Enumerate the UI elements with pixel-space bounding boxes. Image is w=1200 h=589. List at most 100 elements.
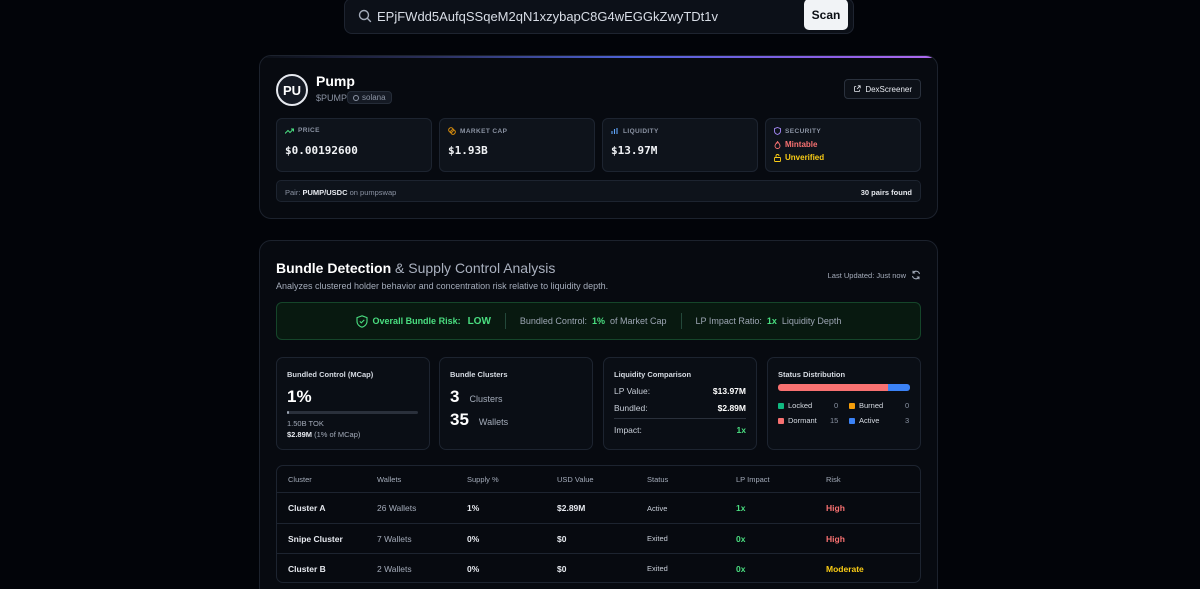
legend-locked: Locked — [778, 401, 812, 410]
panel-title: Bundled Control (MCap) — [287, 370, 374, 379]
table-row[interactable]: Cluster B 2 Wallets 0% $0 Exited 0x Mode… — [277, 553, 920, 582]
lp-impact-value: 1x — [766, 316, 777, 326]
liquidity-label: LIQUIDITY — [623, 127, 659, 135]
pairs-found: 30 pairs found — [860, 188, 912, 197]
column-header: Risk — [826, 474, 841, 484]
token-avatar: PU — [276, 74, 308, 106]
bundled-value-row: Bundled: $2.89M — [614, 403, 746, 419]
token-name: Pump — [316, 73, 355, 89]
bundled-control-panel: Bundled Control (MCap) 1% 1.50B TOK $2.8… — [276, 357, 430, 450]
scan-button[interactable]: Scan — [804, 0, 848, 30]
clusters-label: Clusters — [469, 394, 503, 404]
bundle-title-rest: & Supply Control Analysis — [395, 260, 556, 276]
table-header: Cluster Wallets Supply % USD Value Statu… — [277, 466, 920, 493]
lp-impact-suffix: Liquidity Depth — [781, 316, 842, 326]
bundle-title: Bundle Detection & Supply Control Analys… — [276, 260, 555, 276]
column-header: Cluster — [288, 474, 312, 484]
legend-swatch — [778, 402, 784, 409]
chain-badge: solana — [347, 91, 392, 104]
lp-value: $13.97M — [712, 386, 746, 396]
cluster-status: Active — [647, 503, 668, 513]
bundle-detection-card: Bundle Detection & Supply Control Analys… — [259, 240, 938, 589]
mintable-label: Mintable — [785, 140, 818, 149]
price-value: $0.00192600 — [285, 144, 358, 157]
bundled-usd: $2.89M — [287, 430, 313, 439]
security-stat: SECURITY Mintable Unverified — [765, 118, 921, 172]
table-row[interactable]: Snipe Cluster 7 Wallets 0% $0 Exited 0x … — [277, 523, 920, 553]
cluster-name: Cluster A — [288, 503, 326, 513]
control-progress-fill — [287, 411, 289, 414]
divider — [504, 313, 506, 329]
wallets-count: 35 — [450, 410, 469, 429]
column-header: Status — [647, 474, 669, 484]
cluster-status: Exited — [647, 534, 668, 543]
status-distribution-panel: Status Distribution Locked 0 Burned 0 Do… — [767, 357, 921, 450]
control-suffix: of Market Cap — [609, 316, 667, 326]
risk-label: Overall Bundle Risk: — [372, 316, 461, 326]
cluster-risk: Moderate — [826, 563, 864, 574]
column-header: LP Impact — [736, 474, 770, 484]
cluster-supply: 0% — [467, 563, 480, 574]
last-updated-label: Last Updated: Just now — [827, 270, 906, 280]
legend-swatch — [778, 417, 784, 424]
legend-swatch — [849, 417, 855, 424]
cluster-wallets: 2 Wallets — [377, 563, 412, 574]
market-cap-label: MARKET CAP — [460, 127, 508, 135]
table-row[interactable]: Cluster A 26 Wallets 1% $2.89M Active 1x… — [277, 493, 920, 523]
column-header: Supply % — [467, 474, 499, 484]
divider — [680, 313, 682, 329]
clusters-count: 3 — [450, 387, 460, 406]
search-input[interactable] — [377, 0, 797, 33]
bundle-subtitle: Analyzes clustered holder behavior and c… — [276, 281, 609, 291]
status-distribution-bar — [778, 384, 910, 391]
chart-icon — [611, 128, 618, 134]
token-symbol: $PUMP — [316, 93, 348, 103]
cluster-status: Exited — [647, 564, 668, 573]
dexscreener-label: DexScreener — [865, 84, 912, 94]
chain-icon — [353, 94, 359, 101]
cluster-usd: $0 — [557, 563, 567, 574]
cluster-risk: High — [826, 503, 845, 513]
pair-prefix: Pair: — [285, 188, 301, 197]
shield-check-icon — [355, 314, 368, 328]
mintable-flag: Mintable — [774, 140, 817, 149]
cluster-lp-impact: 0x — [736, 533, 746, 544]
market-cap-value: $1.93B — [448, 144, 488, 157]
bundle-clusters-panel: Bundle Clusters 3 Clusters 35 Wallets — [439, 357, 593, 450]
security-label: SECURITY — [785, 127, 822, 135]
risk-value: LOW — [467, 315, 491, 327]
control-value: 1% — [591, 316, 605, 326]
unverified-label: Unverified — [785, 153, 825, 162]
legend-dormant-count: 15 — [830, 416, 839, 425]
impact-label: Impact: — [614, 425, 642, 435]
lp-impact-label: LP Impact Ratio: — [695, 316, 762, 326]
bundle-title-bold: Bundle Detection — [276, 260, 392, 276]
cluster-lp-impact: 1x — [736, 503, 746, 513]
last-updated: Last Updated: Just now — [828, 270, 921, 280]
liquidity-value: $13.97M — [611, 144, 658, 157]
bundled-tokens: 1.50B TOK — [287, 419, 324, 428]
column-header: USD Value — [557, 474, 594, 484]
cluster-name: Snipe Cluster — [288, 533, 343, 544]
legend-burned-count: 0 — [905, 401, 910, 410]
price-label: PRICE — [298, 127, 320, 134]
cluster-supply: 1% — [467, 503, 480, 513]
legend-swatch — [849, 402, 855, 409]
lp-value-row: LP Value: $13.97M — [614, 386, 746, 396]
unlock-icon — [774, 153, 781, 162]
cluster-wallets: 7 Wallets — [377, 533, 412, 544]
refresh-icon[interactable] — [911, 270, 921, 280]
legend-active: Active — [849, 416, 879, 425]
bundled-value: $2.89M — [717, 403, 746, 413]
pair-name: PUMP/USDC — [302, 188, 348, 197]
panel-title: Bundle Clusters — [450, 370, 508, 379]
status-segment-dormant — [778, 384, 888, 391]
market-cap-stat: MARKET CAP $1.93B — [439, 118, 595, 172]
impact-row: Impact: 1x — [614, 425, 746, 435]
cluster-supply: 0% — [467, 533, 480, 544]
cluster-name: Cluster B — [288, 563, 326, 574]
flame-icon — [774, 140, 781, 149]
panel-title: Status Distribution — [778, 370, 846, 379]
legend-locked-count: 0 — [834, 401, 839, 410]
dexscreener-button[interactable]: DexScreener — [844, 79, 921, 99]
